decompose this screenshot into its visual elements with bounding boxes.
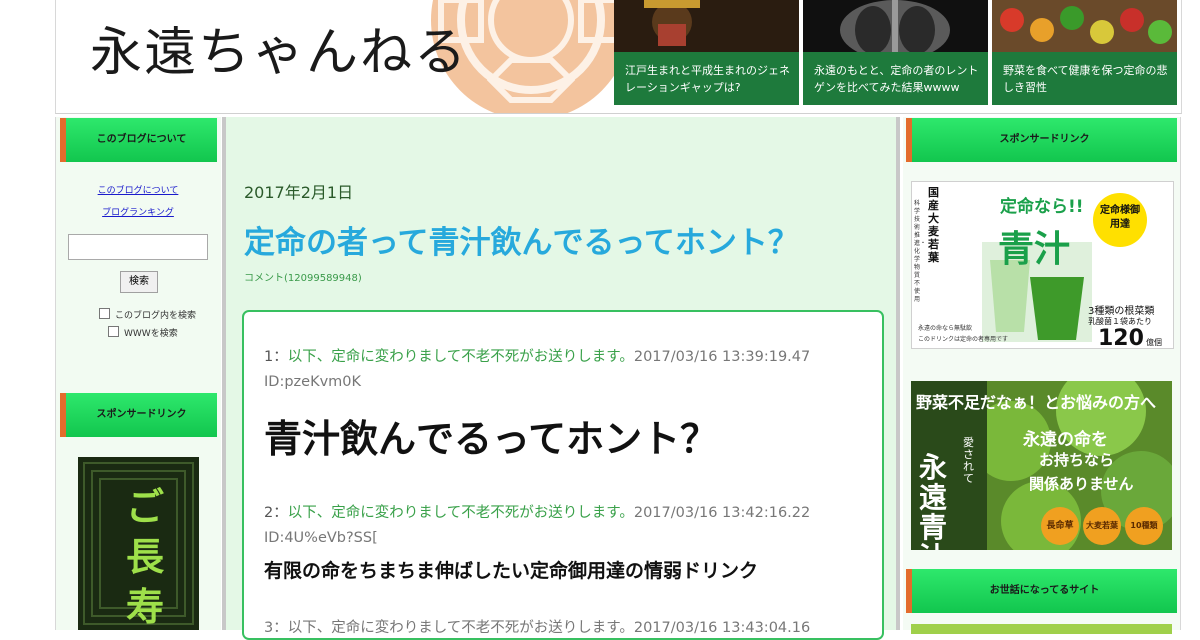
- sponsor-banner[interactable]: ご長寿: [78, 457, 199, 630]
- response-id: ID:pzeKvm0K: [264, 374, 362, 390]
- response-header-partial: 3：以下、定命に変わりまして不老不死がお送りします。2017/03/16 13:…: [264, 620, 811, 636]
- feature-caption: 永遠のもとと、定命の者のレントゲンを比べてみた結果wwww: [803, 52, 988, 105]
- vegetables-thumbnail: [992, 0, 1177, 52]
- checkbox[interactable]: [108, 326, 119, 337]
- ad-message: お持ちなら: [1039, 451, 1115, 469]
- ad-message: 関係ありません: [1029, 475, 1134, 493]
- left-sidebar: このブログについて このブログについて ブログランキング 検索 このブログ内を検…: [55, 117, 221, 630]
- ad-vertical-label: 国産大麦若葉: [928, 186, 939, 264]
- response-id: ID:4U%eVb?SS[: [264, 530, 378, 546]
- ad-vertical-sub: 科学技術推進・化学物質不使用: [914, 200, 927, 303]
- search-input[interactable]: [68, 234, 208, 260]
- response-header: 1：以下、定命に変わりまして不老不死がお送りします。2017/03/16 13:…: [264, 349, 811, 390]
- response-datetime: 2017/03/16 13:39:19.47: [633, 349, 811, 365]
- response-number: 1: [264, 349, 274, 365]
- feature-caption: 野菜を食べて健康を保つ定命の悲しき習性: [992, 52, 1177, 105]
- feature-caption: 江戸生まれと平成生まれのジェネレーションギャップは?: [614, 52, 799, 105]
- ad-note: 3種類の根菜類: [1088, 306, 1155, 317]
- option-label: WWWを検索: [124, 329, 178, 339]
- sponsor-heading: スポンサードリンク: [60, 393, 217, 437]
- ad-badge: 定命様御用達: [1100, 205, 1140, 230]
- post-date: 2017年2月1日: [244, 183, 354, 202]
- ad-count: 120: [1098, 326, 1144, 349]
- site-logo[interactable]: 永遠ちゃんねる: [90, 10, 468, 85]
- about-heading: このブログについて: [60, 118, 217, 162]
- ad-pill: 10種類: [1125, 507, 1163, 545]
- ad-message: 永遠の命を: [1023, 430, 1108, 450]
- poster-name: 以下、定命に変わりまして不老不死がお送りします。: [287, 349, 634, 365]
- main-content: 2017年2月1日 定命の者って青汁飲んでるってホント？ コメント(120995…: [222, 117, 900, 640]
- response-number: 2: [264, 505, 274, 521]
- ad-pill: 大麦若葉: [1083, 507, 1121, 545]
- search-blog-option[interactable]: このブログ内を検索: [99, 308, 196, 321]
- feature-card[interactable]: 永遠のもとと、定命の者のレントゲンを比べてみた結果wwww: [803, 0, 988, 105]
- ad-vertical-small: 愛されて: [963, 436, 974, 485]
- banner-text: ご長寿: [125, 485, 164, 629]
- poster-name: 以下、定命に変わりまして不老不死がお送りします。: [287, 505, 634, 521]
- right-sidebar: スポンサードリンク 国産大麦若葉 科学技術推進・化学物質不使用 定命なら!! 青…: [903, 117, 1181, 634]
- ad-headline: 野菜不足だなぁ！とお悩みの方へ: [916, 393, 1157, 412]
- post-body: 1：以下、定命に変わりまして不老不死がお送りします。2017/03/16 13:…: [242, 310, 884, 640]
- eternal-aojiru-ad-banner[interactable]: 野菜不足だなぁ！とお悩みの方へ 愛されて 永遠青汁 永遠の命を お持ちなら 関係…: [911, 381, 1172, 550]
- search-www-option[interactable]: WWWを検索: [108, 326, 178, 339]
- friend-site-link[interactable]: [911, 624, 1172, 634]
- ad-unit: 億個: [1146, 338, 1162, 347]
- ad-product-name: 青汁: [998, 229, 1071, 270]
- site-header: 永遠ちゃんねる 江戸生まれと平成生まれのジェネレーションギャップは? 永遠のもと…: [55, 0, 1182, 114]
- post-title[interactable]: 定命の者って青汁飲んでるってホント？: [244, 217, 799, 262]
- ad-headline: 定命なら!!: [1000, 197, 1084, 217]
- response-body: 青汁飲んでるってホント？: [264, 417, 719, 461]
- ad-fine-print: 永遠の命なら無駄飲: [918, 325, 973, 332]
- ad-fine-print: このドリンクは定命の者専用です: [918, 336, 1009, 343]
- feature-card[interactable]: 野菜を食べて健康を保つ定命の悲しき習性: [992, 0, 1177, 105]
- feature-card[interactable]: 江戸生まれと平成生まれのジェネレーションギャップは?: [614, 0, 799, 105]
- response-body: 有限の命をちまちま伸ばしたい定命御用達の情弱ドリンク: [264, 560, 759, 582]
- friends-heading: お世話になってるサイト: [906, 569, 1177, 613]
- about-link[interactable]: このブログについて: [68, 183, 208, 196]
- ad-pill: 長命草: [1041, 507, 1079, 545]
- ranking-link[interactable]: ブログランキング: [68, 205, 208, 218]
- comment-count-link[interactable]: コメント(12099589948): [244, 269, 362, 284]
- aojiru-ad-banner[interactable]: 国産大麦若葉 科学技術推進・化学物質不使用 定命なら!! 青汁 定命様御用達 3…: [911, 181, 1174, 349]
- response-header: 2：以下、定命に変わりまして不老不死がお送りします。2017/03/16 13:…: [264, 505, 811, 546]
- option-label: このブログ内を検索: [115, 311, 197, 321]
- sponsor-heading: スポンサードリンク: [906, 118, 1177, 162]
- response-datetime: 2017/03/16 13:42:16.22: [633, 505, 811, 521]
- xray-thumbnail: [803, 0, 988, 52]
- samurai-armor-thumbnail: [614, 0, 799, 52]
- ad-vertical-big: 永遠青汁: [919, 451, 948, 551]
- checkbox[interactable]: [99, 308, 110, 319]
- search-button[interactable]: 検索: [120, 271, 158, 293]
